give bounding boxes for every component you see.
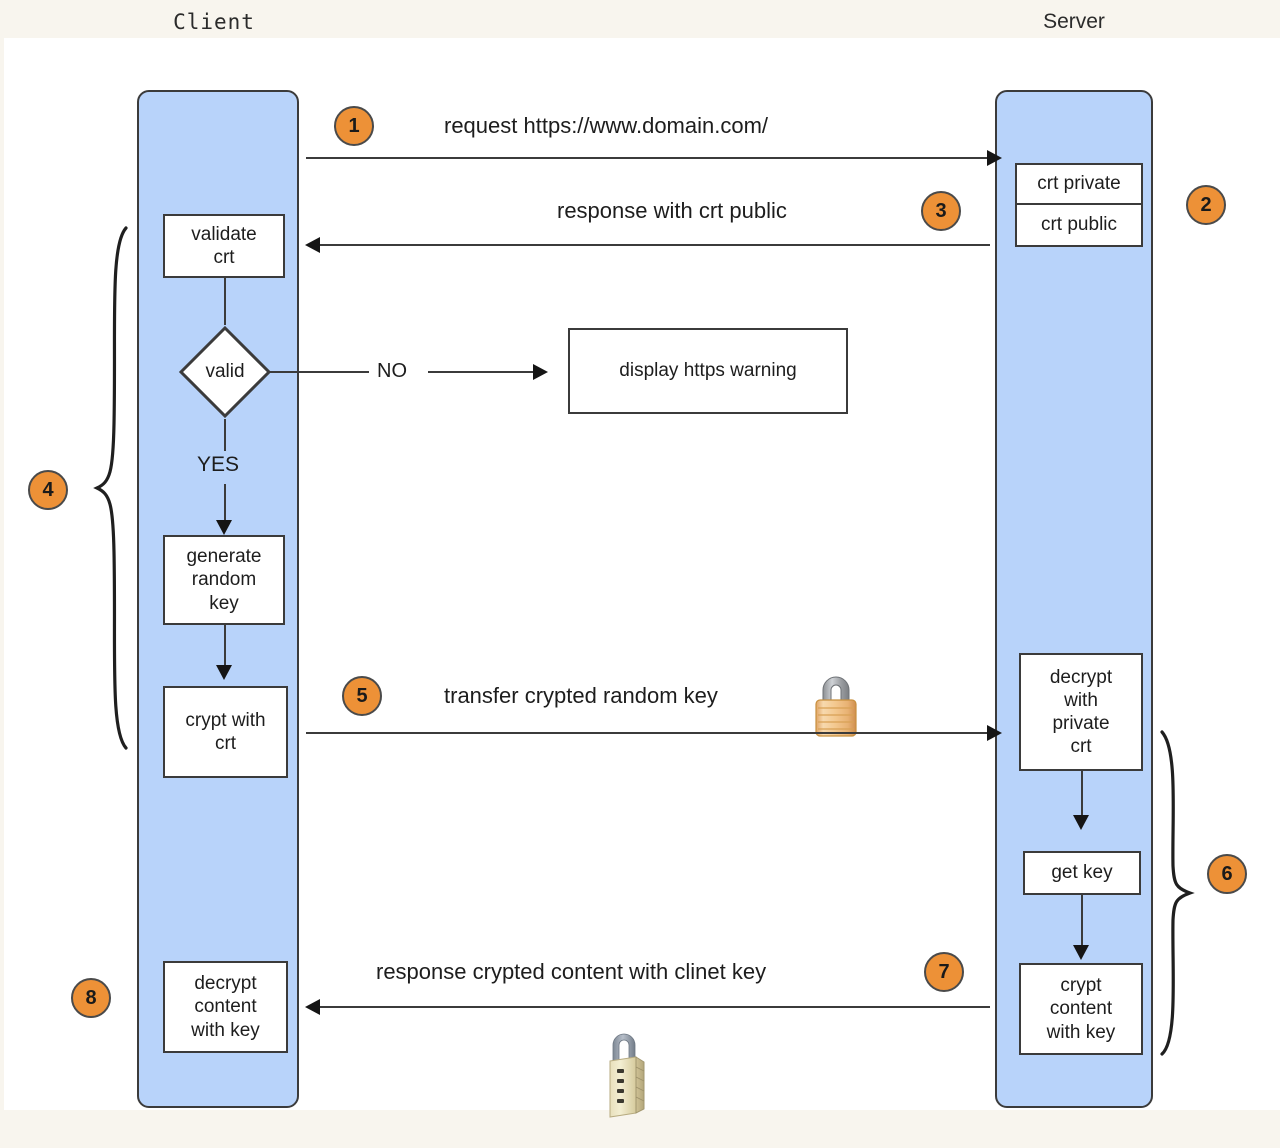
step-badge-2: 2 bbox=[1186, 185, 1226, 225]
node-generate-random-key-label: generate random key bbox=[186, 546, 262, 614]
server-certificate-box: crt private crt public bbox=[1015, 163, 1143, 247]
connector-getkey-to-crypt-arrow bbox=[1073, 945, 1089, 960]
branch-yes-label: YES bbox=[197, 453, 240, 476]
node-crypt-content-with-key: crypt content with key bbox=[1019, 963, 1143, 1055]
padlock-combination-icon bbox=[609, 1033, 645, 1118]
branch-yes-line-lower bbox=[224, 484, 226, 522]
node-decrypt-content-with-key-label: decrypt content with key bbox=[191, 973, 260, 1041]
step-badge-8: 8 bbox=[71, 978, 111, 1018]
branch-yes-arrow-head bbox=[216, 520, 232, 535]
message-response-crt-label: response with crt public bbox=[557, 198, 787, 223]
message-transfer-key-label: transfer crypted random key bbox=[444, 683, 718, 708]
lane-title-client: Client bbox=[173, 10, 255, 34]
diagram-canvas: Client Server 1 request https://www.doma… bbox=[4, 10, 1280, 1118]
connector-decrypt-to-getkey-arrow bbox=[1073, 815, 1089, 830]
decision-valid: valid bbox=[178, 325, 272, 419]
branch-yes-line-upper bbox=[224, 419, 226, 451]
node-validate-crt-label: validate crt bbox=[191, 223, 257, 268]
branch-no-line-left bbox=[269, 371, 369, 373]
arrow-head-response-content bbox=[305, 999, 320, 1015]
step-badge-1: 1 bbox=[334, 106, 374, 146]
lane-title-server: Server bbox=[1043, 10, 1105, 33]
node-crypt-with-crt-label: crypt with crt bbox=[185, 709, 266, 754]
arrow-head-request bbox=[987, 150, 1002, 166]
arrow-head-response-crt bbox=[305, 237, 320, 253]
node-validate-crt: validate crt bbox=[163, 214, 285, 278]
node-decrypt-with-private-crt-label: decrypt with private crt bbox=[1049, 666, 1113, 758]
branch-no-label: NO bbox=[377, 360, 407, 382]
message-request-label: request https://www.domain.com/ bbox=[444, 113, 769, 138]
connector-getkey-to-crypt bbox=[1081, 895, 1083, 947]
step-badge-3: 3 bbox=[921, 191, 961, 231]
arrow-line-response-crt bbox=[319, 244, 990, 246]
node-decrypt-with-private-crt: decrypt with private crt bbox=[1019, 653, 1143, 771]
arrow-head-transfer-key bbox=[987, 725, 1002, 741]
decision-valid-label: valid bbox=[205, 361, 245, 382]
cert-private-row: crt private bbox=[1017, 165, 1141, 205]
node-get-key-label: get key bbox=[1051, 862, 1113, 884]
branch-no-arrow-head bbox=[533, 364, 548, 380]
node-display-https-warning-label: display https warning bbox=[619, 360, 797, 382]
arrow-line-transfer-key bbox=[306, 732, 990, 734]
step-badge-4: 4 bbox=[28, 470, 68, 510]
brace-step-6 bbox=[1160, 730, 1195, 1056]
node-generate-random-key: generate random key bbox=[163, 535, 285, 625]
node-decrypt-content-with-key: decrypt content with key bbox=[163, 961, 288, 1053]
step-badge-5: 5 bbox=[342, 676, 382, 716]
cert-public-row: crt public bbox=[1040, 214, 1118, 235]
connector-decrypt-to-getkey bbox=[1081, 771, 1083, 817]
node-display-https-warning: display https warning bbox=[568, 328, 848, 414]
node-crypt-content-with-key-label: crypt content with key bbox=[1046, 975, 1116, 1043]
step-badge-6: 6 bbox=[1207, 854, 1247, 894]
step-badge-7: 7 bbox=[924, 952, 964, 992]
connector-generate-to-crypt-arrow bbox=[216, 665, 232, 680]
brace-step-4 bbox=[93, 226, 128, 750]
arrow-line-response-content bbox=[319, 1006, 990, 1008]
arrow-line-request bbox=[306, 157, 990, 159]
connector-validate-to-decision bbox=[224, 278, 226, 325]
connector-generate-to-crypt bbox=[224, 625, 226, 667]
node-crypt-with-crt: crypt with crt bbox=[163, 686, 288, 778]
branch-no-line-right bbox=[428, 371, 536, 373]
message-response-content-label: response crypted content with clinet key bbox=[376, 959, 767, 984]
node-get-key: get key bbox=[1023, 851, 1141, 895]
